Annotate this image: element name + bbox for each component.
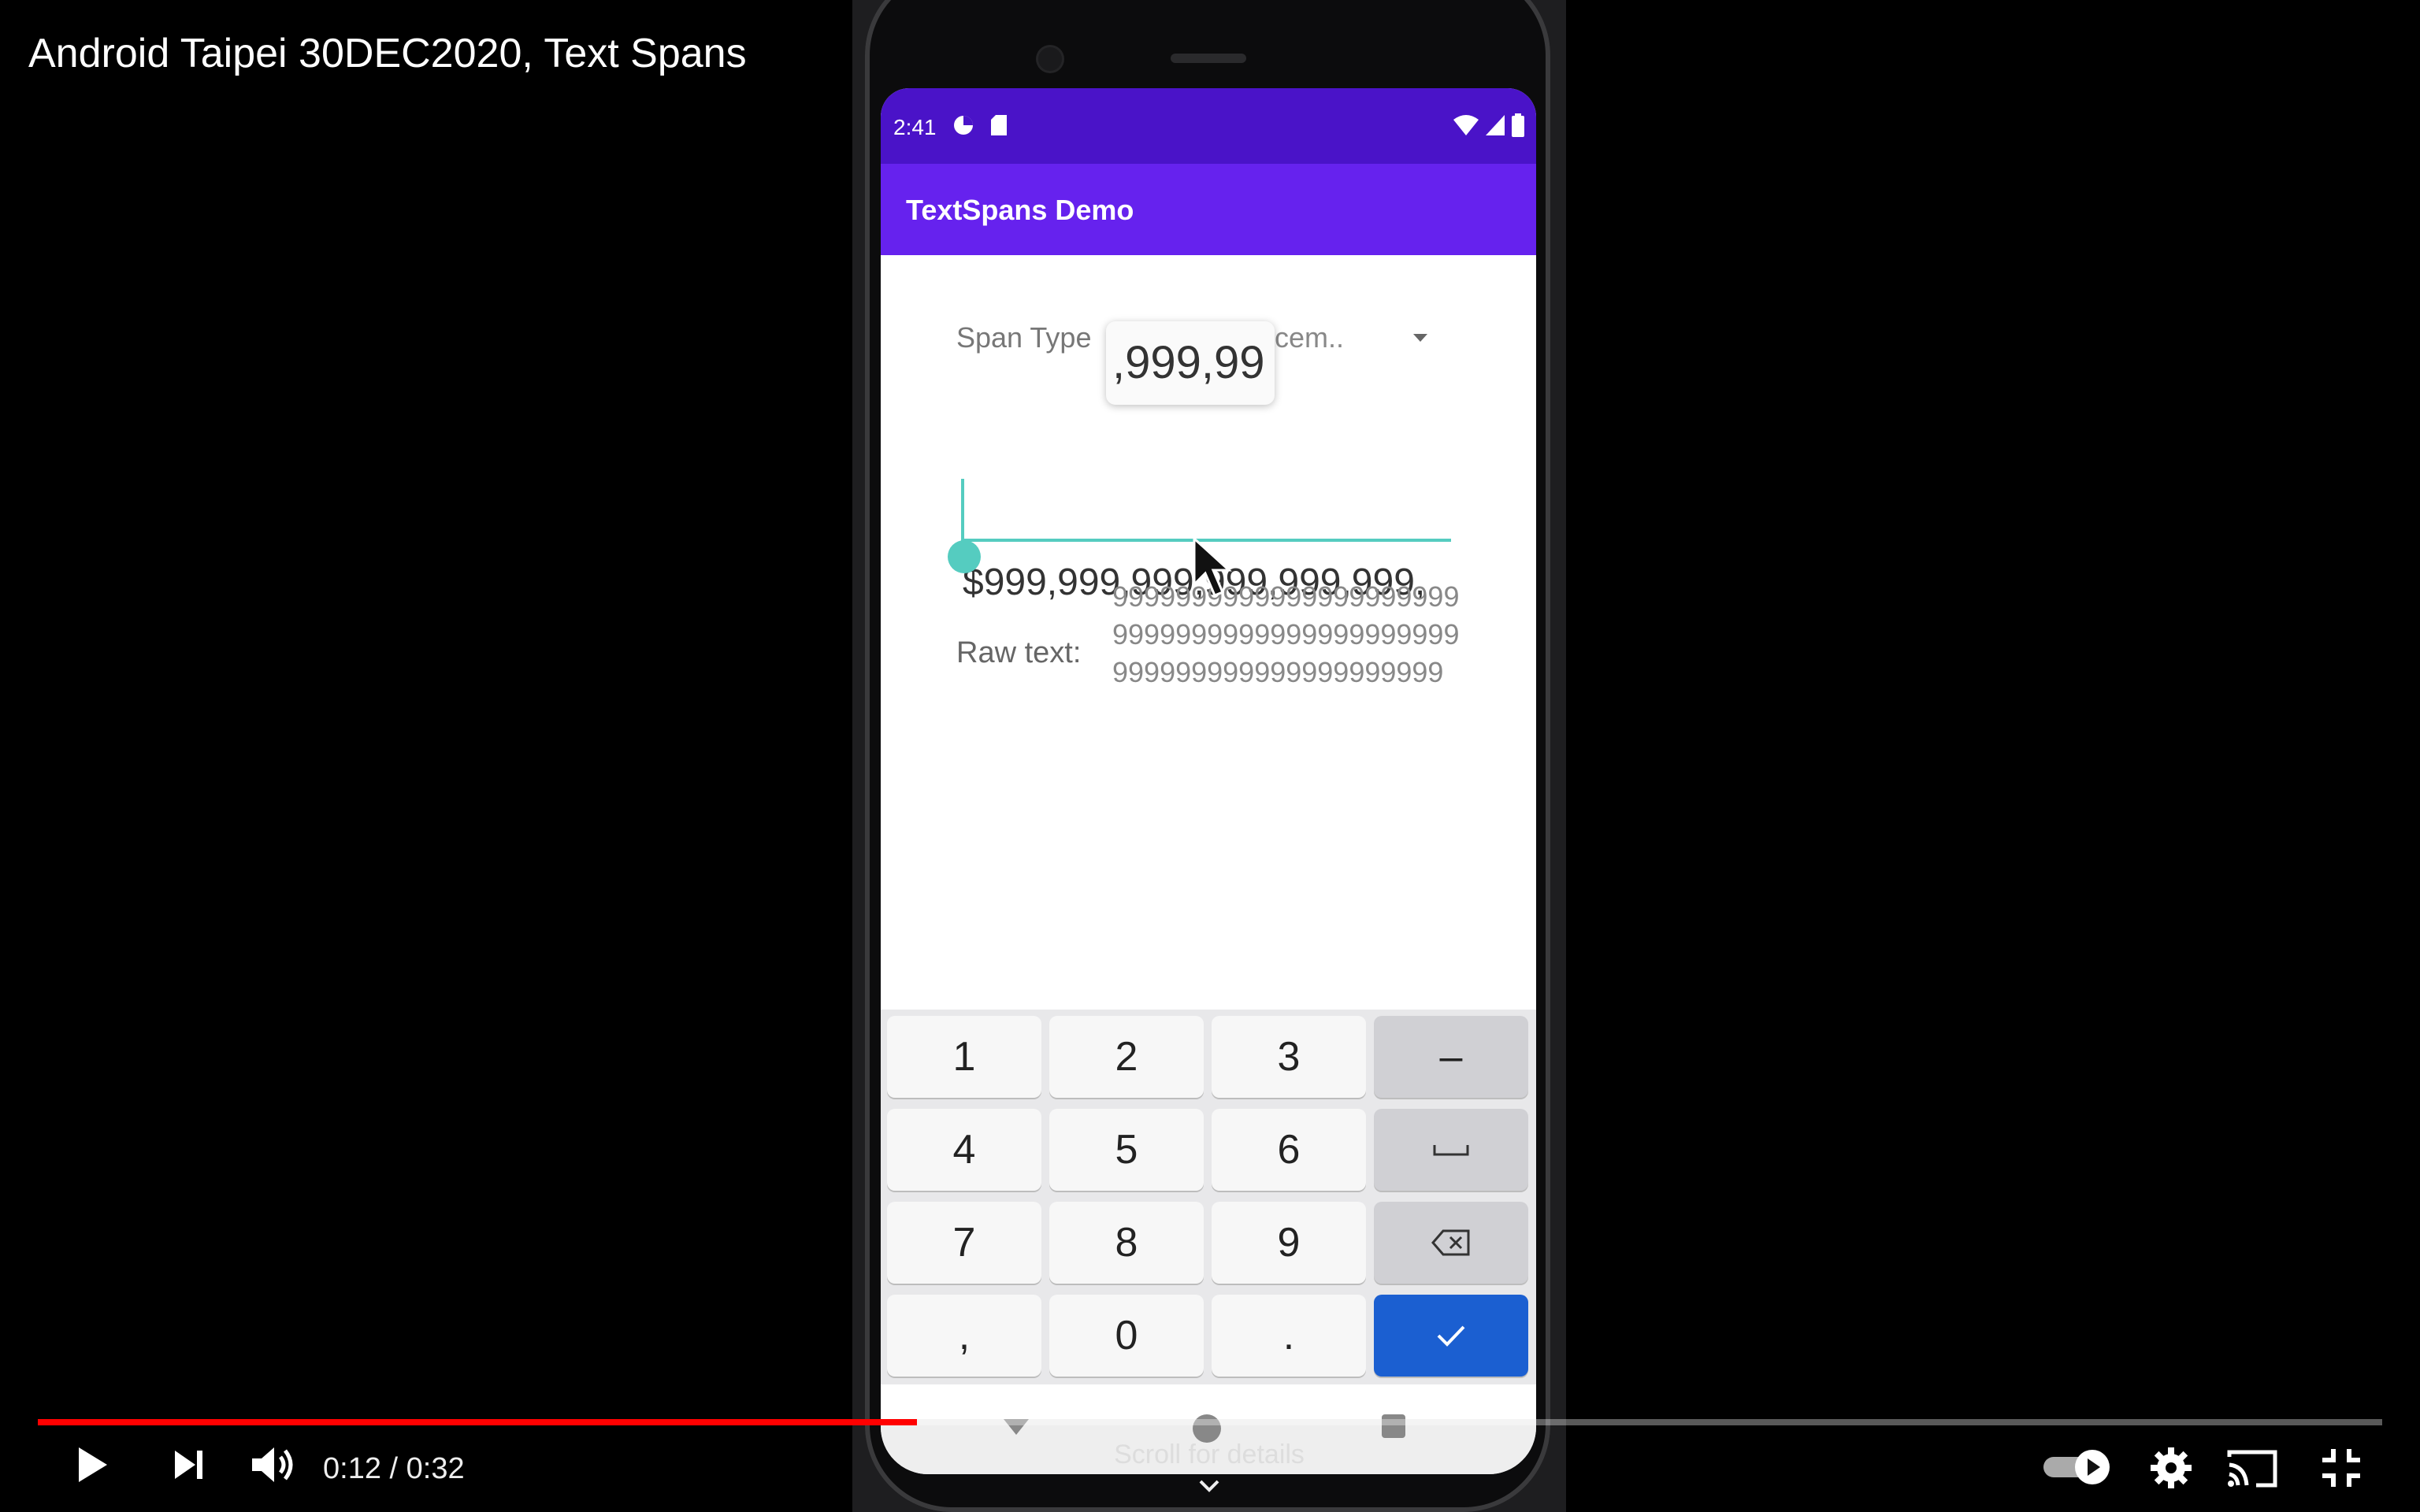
data-saver-icon — [954, 116, 973, 135]
time-display: 0:12 / 0:32 — [323, 1452, 465, 1486]
selection-handle[interactable] — [948, 540, 981, 573]
raw-text-value: 9999999999999999999999999999999999999999… — [1112, 580, 1460, 688]
progress-played — [38, 1419, 917, 1425]
duration: 0:32 — [406, 1452, 465, 1485]
key-space[interactable] — [1374, 1109, 1528, 1191]
scroll-for-details[interactable]: Scroll for details — [1103, 1440, 1316, 1470]
check-icon — [1437, 1325, 1465, 1347]
key-6[interactable]: 6 — [1212, 1109, 1366, 1191]
app-bar: TextSpans Demo — [881, 164, 1536, 255]
exit-fullscreen-icon[interactable] — [2319, 1446, 2363, 1490]
key-7[interactable]: 7 — [887, 1202, 1041, 1284]
key-4[interactable]: 4 — [887, 1109, 1041, 1191]
key-2[interactable]: 2 — [1049, 1016, 1204, 1098]
key-8[interactable]: 8 — [1049, 1202, 1204, 1284]
chevron-down-icon[interactable] — [1197, 1474, 1221, 1498]
cast-icon[interactable] — [2226, 1446, 2280, 1490]
cell-signal-icon — [1486, 115, 1505, 135]
key-done[interactable] — [1374, 1295, 1528, 1377]
wifi-icon — [1453, 115, 1479, 135]
current-time: 0:12 — [323, 1452, 381, 1485]
key-9[interactable]: 9 — [1212, 1202, 1366, 1284]
next-icon[interactable] — [169, 1443, 210, 1487]
time-separator: / — [380, 1452, 406, 1485]
phone-camera — [1038, 47, 1062, 71]
battery-icon — [1512, 113, 1524, 137]
key-comma[interactable]: , — [887, 1295, 1041, 1377]
backspace-icon — [1431, 1229, 1470, 1256]
numeric-keyboard: 1 2 3 – 4 5 6 7 8 9 , 0 . — [881, 1010, 1536, 1384]
autoplay-toggle[interactable] — [2042, 1447, 2114, 1487]
phone-speaker — [1171, 54, 1246, 63]
video-title: Android Taipei 30DEC2020, Text Spans — [28, 31, 747, 76]
mouse-pointer-icon — [1193, 537, 1232, 597]
app-title: TextSpans Demo — [906, 194, 1134, 226]
play-icon[interactable] — [71, 1443, 113, 1487]
raw-text-label: Raw text: — [956, 636, 1082, 669]
settings-icon[interactable] — [2149, 1446, 2193, 1490]
phone-screen: 2:41 TextSpans Demo Span Type acem.. ,99… — [881, 88, 1536, 1474]
key-minus[interactable]: – — [1374, 1016, 1528, 1098]
key-backspace[interactable] — [1374, 1202, 1528, 1284]
sd-card-icon — [991, 115, 1007, 135]
key-5[interactable]: 5 — [1049, 1109, 1204, 1191]
status-time: 2:41 — [893, 115, 937, 139]
nav-recents-icon[interactable] — [1382, 1414, 1405, 1438]
key-1[interactable]: 1 — [887, 1016, 1041, 1098]
key-0[interactable]: 0 — [1049, 1295, 1204, 1377]
volume-icon[interactable] — [249, 1443, 301, 1487]
space-icon — [1433, 1145, 1469, 1156]
key-3[interactable]: 3 — [1212, 1016, 1366, 1098]
key-period[interactable]: . — [1212, 1295, 1366, 1377]
status-bar: 2:41 — [881, 88, 1536, 164]
